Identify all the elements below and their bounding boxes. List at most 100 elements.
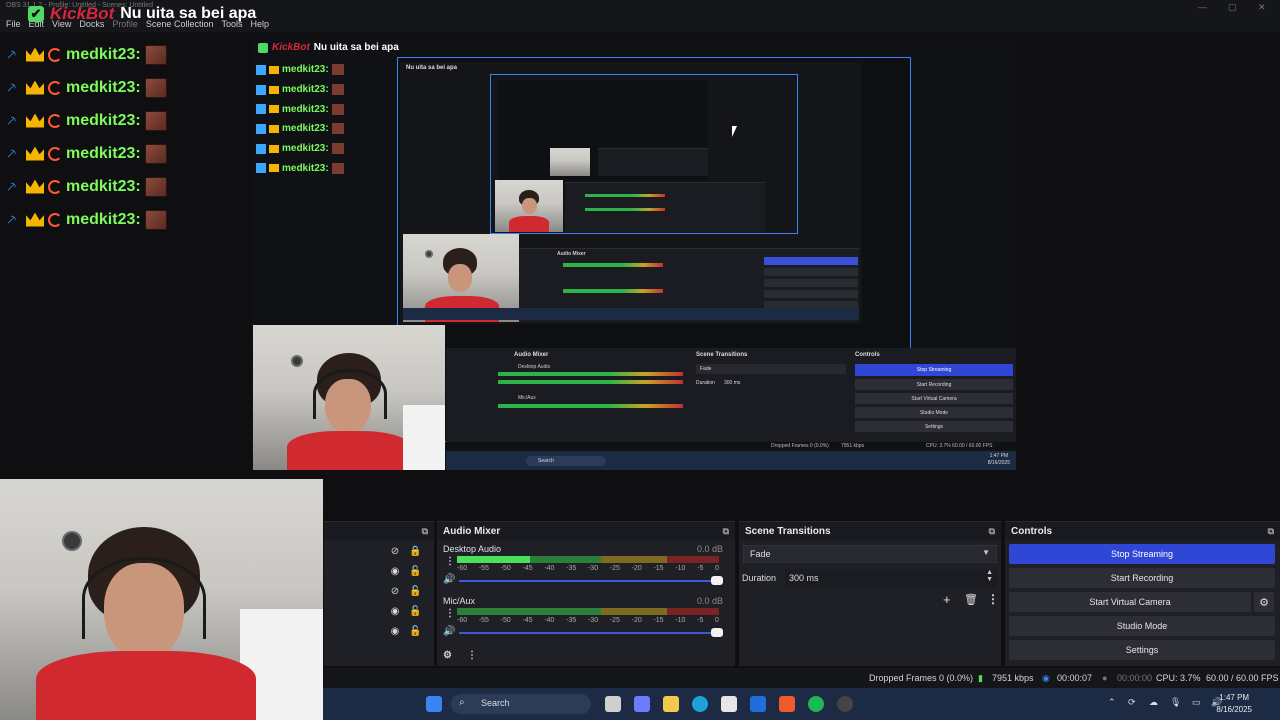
volume-slider-knob[interactable] xyxy=(711,576,723,585)
dock-popout-icon[interactable]: ⧉ xyxy=(989,526,995,537)
stop-streaming-button[interactable]: Stop Streaming xyxy=(1009,544,1275,564)
speaker-icon[interactable]: 🔊 xyxy=(443,626,455,637)
status-bar: Dropped Frames 0 (0.0%) ▮ 7951 kbps ◉ 00… xyxy=(324,668,1280,688)
lock-icon[interactable]: 🔒 xyxy=(409,546,421,557)
crown-icon xyxy=(26,113,44,128)
obs-icon[interactable] xyxy=(837,696,853,712)
transition-menu-icon[interactable]: ⋮ xyxy=(987,592,999,606)
unlock-icon[interactable]: 🔓 xyxy=(409,626,421,637)
nested-dock-area: Audio Mixer Desktop Audio Mic/Aux Scene … xyxy=(446,348,1016,442)
chat-message: ⸕ medkit23: xyxy=(6,104,246,137)
chevron-down-icon: ▼ xyxy=(982,548,990,557)
hidden-eye-icon[interactable]: ⊘ xyxy=(390,546,400,557)
copilot-icon[interactable] xyxy=(634,696,650,712)
chat-message: medkit23: xyxy=(256,119,344,139)
audio-mixer-header: Audio Mixer ⧉ xyxy=(437,522,735,540)
cloud-tray-icon[interactable]: ☁ xyxy=(1149,697,1158,708)
desktop-audio-menu-icon[interactable]: ⋮ xyxy=(445,556,455,567)
chevron-up-icon[interactable]: ⌃ xyxy=(1108,697,1116,708)
scene-transitions-header: Scene Transitions ⧉ xyxy=(739,522,1001,540)
sword-icon xyxy=(256,143,266,154)
trash-icon[interactable]: 🗑 xyxy=(964,593,978,606)
chat-message: ⸕ medkit23: xyxy=(6,38,246,71)
outlook-icon[interactable] xyxy=(750,696,766,712)
eye-icon[interactable]: ◉ xyxy=(390,566,400,577)
mic-tray-icon[interactable]: 🎙 xyxy=(1170,697,1181,708)
task-view-icon[interactable] xyxy=(605,696,621,712)
webcam-feed xyxy=(0,479,323,720)
controls-header: Controls ⧉ xyxy=(1005,522,1280,540)
volume-track[interactable] xyxy=(459,632,723,634)
dock-popout-icon[interactable]: ⧉ xyxy=(723,526,729,537)
advanced-audio-icon[interactable]: ⚙ xyxy=(443,650,452,661)
network-tray-icon[interactable]: ⟳ xyxy=(1128,697,1136,708)
sword-icon: ⸕ xyxy=(6,177,18,195)
spotify-icon[interactable] xyxy=(808,696,824,712)
minimize-button[interactable]: — xyxy=(1198,2,1207,12)
mic-aux-volume[interactable]: 🔊 xyxy=(443,626,723,638)
chat-username: medkit23: xyxy=(282,143,329,155)
mouse-cursor xyxy=(732,126,737,137)
source-row[interactable]: ⊘ 🔓 xyxy=(390,586,422,597)
studio-mode-button[interactable]: Studio Mode xyxy=(1009,616,1275,636)
transition-select[interactable]: Fade ▼ xyxy=(743,545,997,563)
sword-icon: ⸕ xyxy=(6,45,18,63)
fps: 60.00 / 60.00 FPS xyxy=(1206,673,1279,683)
sword-icon: ⸕ xyxy=(6,111,18,129)
crown-icon xyxy=(269,105,279,114)
windows-start-icon[interactable] xyxy=(426,696,442,712)
volume-slider-knob[interactable] xyxy=(711,628,723,637)
emote-icon xyxy=(144,143,167,164)
gear-icon[interactable]: ⚙ xyxy=(1254,592,1274,612)
mini-meter xyxy=(563,263,663,267)
taskbar-clock[interactable]: 1:47 PM 8/16/2025 xyxy=(1216,692,1252,716)
speaker-icon[interactable]: 🔊 xyxy=(443,574,455,585)
clock-time: 1:47 PM xyxy=(1219,693,1250,702)
mixer-menu-icon[interactable]: ⋮ xyxy=(467,650,477,661)
menu-file[interactable]: File xyxy=(6,19,21,29)
close-button[interactable]: ✕ xyxy=(1258,2,1266,13)
settings-button[interactable]: Settings xyxy=(1009,640,1275,660)
maximize-button[interactable]: ▢ xyxy=(1228,2,1237,13)
start-virtual-camera-button[interactable]: Start Virtual Camera xyxy=(1009,592,1251,612)
file-explorer-icon[interactable] xyxy=(663,696,679,712)
spinner-icon[interactable]: ▲ ▼ xyxy=(986,569,993,583)
source-row[interactable]: ⊘ 🔒 xyxy=(390,546,422,557)
eye-icon[interactable]: ◉ xyxy=(390,606,400,617)
record-icon: ● xyxy=(1102,673,1108,683)
controls-dock: Controls ⧉ Stop Streaming Start Recording… xyxy=(1005,521,1280,666)
chat-username: medkit23: xyxy=(66,177,141,195)
chat-message: medkit23: xyxy=(256,158,344,178)
add-transition-icon[interactable]: + xyxy=(943,592,951,607)
dock-popout-icon[interactable]: ⧉ xyxy=(1268,526,1274,537)
brave-icon[interactable] xyxy=(779,696,795,712)
edge-icon[interactable] xyxy=(692,696,708,712)
swirl-icon xyxy=(48,146,62,161)
crown-icon xyxy=(269,85,279,94)
desktop-audio-volume[interactable]: 🔊 xyxy=(443,574,723,586)
dock-popout-icon[interactable]: ⧉ xyxy=(422,526,428,537)
store-icon[interactable] xyxy=(721,696,737,712)
start-recording-button[interactable]: Start Recording xyxy=(1009,568,1275,588)
mic-aux-menu-icon[interactable]: ⋮ xyxy=(445,608,455,619)
mini-dock xyxy=(598,148,708,176)
hidden-eye-icon[interactable]: ⊘ xyxy=(390,586,400,597)
duration-input[interactable]: 300 ms ▲ ▼ xyxy=(785,569,997,587)
chat-message: ⸕ medkit23: xyxy=(6,137,246,170)
source-row[interactable]: ◉ 🔓 xyxy=(390,566,422,577)
nested-desktop-audio-label: Desktop Audio xyxy=(518,364,551,370)
unlock-icon[interactable]: 🔓 xyxy=(409,586,421,597)
source-row[interactable]: ◉ 🔓 xyxy=(390,606,422,617)
cpu-usage: CPU: 3.7% xyxy=(1156,673,1201,683)
emote-icon xyxy=(144,110,167,131)
source-row[interactable]: ◉ 🔓 xyxy=(390,626,422,637)
volume-track[interactable] xyxy=(459,580,723,582)
nested-chat: medkit23: medkit23: medkit23: medkit23: … xyxy=(256,60,344,178)
preview-canvas[interactable]: KickBot Nu uita sa bei apa medkit23: med… xyxy=(252,38,1016,470)
unlock-icon[interactable]: 🔓 xyxy=(409,566,421,577)
unlock-icon[interactable]: 🔓 xyxy=(409,606,421,617)
taskbar-search[interactable]: ⌕ Search xyxy=(451,694,591,714)
display-tray-icon[interactable]: ▭ xyxy=(1192,697,1201,708)
webcam-thumbnail xyxy=(495,180,563,232)
eye-icon[interactable]: ◉ xyxy=(390,626,400,637)
